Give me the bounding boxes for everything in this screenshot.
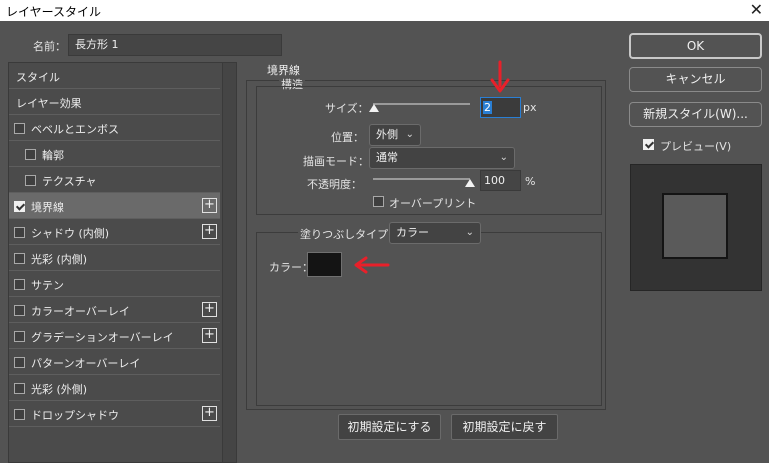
new-style-button[interactable]: 新規スタイル(W)...	[629, 102, 762, 127]
chevron-down-icon: ⌄	[465, 227, 474, 238]
sidebar-item-label: シャドウ (内側)	[31, 227, 110, 240]
add-effect-icon[interactable]: +	[202, 302, 217, 317]
arrow-left-icon	[354, 256, 390, 274]
make-default-button[interactable]: 初期設定にする	[338, 414, 441, 440]
sidebar-item-checkbox[interactable]	[14, 331, 25, 342]
sidebar-item-label: レイヤー効果	[16, 97, 82, 110]
sidebar-item[interactable]: 輪郭	[9, 141, 220, 167]
opacity-unit: %	[525, 175, 536, 188]
name-label: 名前：	[33, 40, 66, 53]
preview-thumbnail	[630, 164, 762, 291]
sidebar-item-label: ベベルとエンボス	[31, 123, 119, 136]
fill-type-select[interactable]: カラー ⌄	[389, 222, 481, 244]
window-title: レイヤースタイル	[6, 5, 102, 19]
size-value: 2	[483, 101, 492, 114]
add-effect-icon[interactable]: +	[202, 406, 217, 421]
sidebar-item[interactable]: ベベルとエンボス	[9, 115, 220, 141]
sidebar-item[interactable]: 境界線 +	[9, 193, 220, 219]
blend-mode-value: 通常	[376, 151, 398, 164]
sidebar-item-checkbox[interactable]	[14, 227, 25, 238]
preview-checkbox[interactable]	[643, 139, 654, 150]
sidebar-item-checkbox[interactable]	[14, 383, 25, 394]
sidebar-item-label: スタイル	[16, 71, 60, 84]
sidebar-item-checkbox[interactable]	[25, 149, 36, 160]
title-bar: レイヤースタイル ✕	[0, 0, 769, 21]
name-input[interactable]: 長方形 1	[68, 34, 282, 56]
sidebar-item[interactable]: レイヤー効果	[9, 89, 220, 115]
sidebar-item-checkbox[interactable]	[14, 123, 25, 134]
sidebar-item-label: カラーオーバーレイ	[31, 305, 130, 318]
sidebar-item-checkbox[interactable]	[14, 253, 25, 264]
opacity-slider[interactable]	[373, 178, 470, 180]
sidebar-item[interactable]: ドロップシャドウ +	[9, 401, 220, 427]
overprint-checkbox[interactable]	[373, 196, 384, 207]
size-unit: px	[523, 101, 537, 114]
reset-default-button[interactable]: 初期設定に戻す	[451, 414, 558, 440]
ok-button[interactable]: OK	[629, 33, 762, 59]
opacity-slider-thumb[interactable]	[465, 179, 475, 187]
sidebar-item-label: グラデーションオーバーレイ	[31, 331, 174, 344]
position-value: 外側	[376, 128, 398, 141]
blend-mode-select[interactable]: 通常 ⌄	[369, 147, 515, 169]
sidebar-item[interactable]: テクスチャ	[9, 167, 220, 193]
sidebar-item-checkbox[interactable]	[25, 175, 36, 186]
position-select[interactable]: 外側 ⌄	[369, 124, 421, 146]
add-effect-icon[interactable]: +	[202, 224, 217, 239]
arrow-down-icon	[490, 60, 510, 93]
preview-label: プレビュー(V)	[660, 140, 732, 153]
sidebar-item[interactable]: 光彩 (内側)	[9, 245, 220, 271]
chevron-down-icon: ⌄	[499, 152, 508, 163]
fill-type-value: カラー	[396, 226, 429, 239]
size-slider[interactable]	[373, 103, 470, 105]
sidebar-item[interactable]: カラーオーバーレイ +	[9, 297, 220, 323]
sidebar-item-label: テクスチャ	[42, 175, 97, 188]
sidebar-item[interactable]: パターンオーバーレイ	[9, 349, 220, 375]
sidebar-item-checkbox[interactable]	[14, 305, 25, 316]
add-effect-icon[interactable]: +	[202, 198, 217, 213]
sidebar-item-label: 光彩 (外側)	[31, 383, 88, 396]
sidebar-item-label: パターンオーバーレイ	[31, 357, 141, 370]
sidebar-item-label: サテン	[31, 279, 64, 292]
color-swatch[interactable]	[307, 252, 342, 277]
sidebar-item[interactable]: グラデーションオーバーレイ +	[9, 323, 220, 349]
sidebar-item-checkbox[interactable]	[14, 357, 25, 368]
styles-list: スタイルレイヤー効果ベベルとエンボス輪郭テクスチャ境界線 + シャドウ (内側) + 光…	[8, 62, 237, 463]
size-slider-thumb[interactable]	[369, 104, 379, 112]
add-effect-icon[interactable]: +	[202, 328, 217, 343]
sidebar-item-label: 輪郭	[42, 149, 64, 162]
position-label: 位置：	[331, 131, 364, 144]
preview-shape	[662, 193, 728, 259]
size-input[interactable]: 2	[480, 97, 521, 118]
opacity-label: 不透明度：	[307, 178, 362, 191]
sidebar-item-label: ドロップシャドウ	[31, 409, 119, 422]
sidebar-item-checkbox[interactable]	[14, 279, 25, 290]
sidebar-item[interactable]: 光彩 (外側)	[9, 375, 220, 401]
sidebar-item-checkbox[interactable]	[14, 201, 25, 212]
size-label: サイズ：	[325, 102, 369, 115]
sidebar-item[interactable]: サテン	[9, 271, 220, 297]
scrollbar[interactable]	[222, 63, 236, 462]
sidebar-item-label: 光彩 (内側)	[31, 253, 88, 266]
overprint-label: オーバープリント	[389, 197, 477, 210]
opacity-input[interactable]: 100	[480, 170, 521, 191]
chevron-down-icon: ⌄	[405, 129, 414, 140]
fill-type-label: 塗りつぶしタイプ：	[298, 226, 402, 242]
cancel-button[interactable]: キャンセル	[629, 67, 762, 92]
sidebar-item[interactable]: スタイル	[9, 63, 220, 89]
sidebar-item[interactable]: シャドウ (内側) +	[9, 219, 220, 245]
sidebar-item-label: 境界線	[31, 201, 64, 214]
blend-mode-label: 描画モード：	[303, 155, 369, 168]
close-icon[interactable]: ✕	[750, 0, 763, 19]
sidebar-item-checkbox[interactable]	[14, 409, 25, 420]
